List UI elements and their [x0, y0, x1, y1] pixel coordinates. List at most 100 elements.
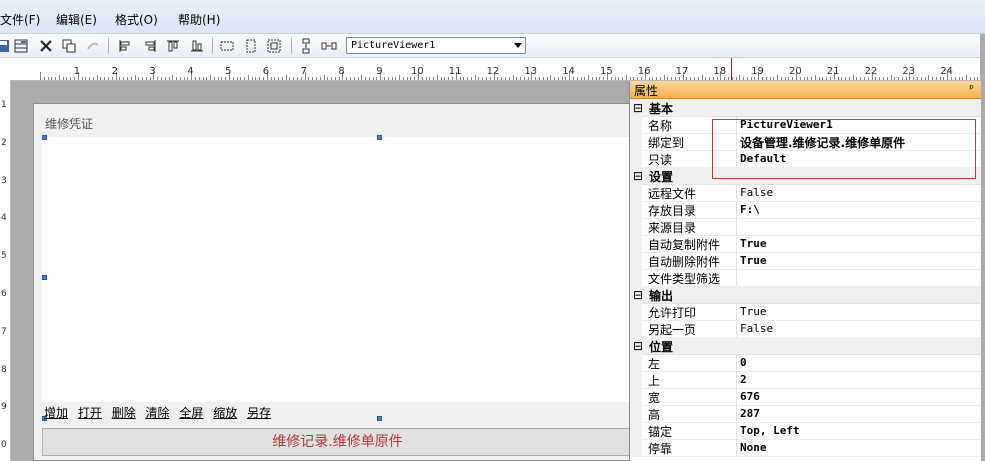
- ruler-tick: [561, 77, 563, 80]
- property-row[interactable]: 文件类型筛选: [630, 269, 981, 287]
- property-value[interactable]: 287: [740, 407, 760, 420]
- property-row[interactable]: 允许打印 True: [630, 303, 981, 321]
- property-row[interactable]: 宽 676: [630, 388, 981, 406]
- link-delete[interactable]: 删除: [112, 406, 136, 420]
- property-row[interactable]: 另起一页 False: [630, 320, 981, 338]
- ruler-tick: [387, 77, 389, 80]
- ruler-tick: [402, 77, 404, 80]
- property-row[interactable]: 锚定 Top, Left: [630, 422, 981, 440]
- link-add[interactable]: 增加: [44, 406, 68, 420]
- link-open[interactable]: 打开: [78, 406, 102, 420]
- bound-field-label[interactable]: 维修记录.维修单原件: [42, 428, 633, 456]
- ruler-tick: [395, 77, 397, 80]
- link-clear[interactable]: 清除: [146, 406, 170, 420]
- ruler-tick: [236, 77, 238, 80]
- ruler-tick: [240, 77, 242, 80]
- property-gutter: [630, 388, 642, 405]
- property-category[interactable]: ⊟ 基本: [630, 99, 981, 117]
- property-row[interactable]: 高 287: [630, 405, 981, 423]
- same-height-icon[interactable]: [242, 37, 260, 55]
- collapse-icon[interactable]: ⊟: [633, 339, 643, 353]
- menu-file[interactable]: 文件(F): [0, 11, 40, 28]
- property-row[interactable]: 停靠 None: [630, 439, 981, 457]
- property-value[interactable]: 0: [740, 356, 747, 369]
- chevron-down-icon[interactable]: [514, 43, 522, 48]
- property-value[interactable]: 676: [740, 390, 760, 403]
- horizontal-space-icon[interactable]: [320, 37, 338, 55]
- copy-icon[interactable]: [60, 37, 78, 55]
- ruler-number: 8: [338, 66, 345, 77]
- property-row[interactable]: 存放目录 F:\: [630, 201, 981, 219]
- menu-format[interactable]: 格式(O): [115, 11, 158, 28]
- property-value[interactable]: False: [740, 322, 773, 335]
- ruler-tick: [894, 77, 896, 80]
- property-gutter: [630, 218, 642, 235]
- ruler-tick: [467, 77, 469, 80]
- property-value[interactable]: True: [740, 254, 767, 267]
- collapse-icon[interactable]: ⊟: [633, 101, 643, 115]
- ruler-tick: [334, 77, 336, 80]
- link-zoom[interactable]: 缩放: [213, 406, 237, 420]
- vruler-number: 9: [1, 402, 7, 413]
- collapse-icon[interactable]: ⊟: [633, 169, 643, 183]
- resize-handle[interactable]: [42, 275, 47, 280]
- ruler-tick: [168, 77, 170, 80]
- property-value[interactable]: True: [740, 305, 767, 318]
- ruler-tick: [293, 77, 295, 80]
- align-top-icon[interactable]: [164, 37, 182, 55]
- save-icon[interactable]: [0, 37, 12, 55]
- collapse-icon[interactable]: ⊟: [633, 288, 643, 302]
- ruler-tick: [803, 77, 805, 80]
- property-row[interactable]: 上2: [630, 371, 981, 389]
- property-row[interactable]: 自动删除附件 True: [630, 252, 981, 270]
- redo-icon[interactable]: [84, 37, 102, 55]
- align-right-icon[interactable]: [141, 37, 159, 55]
- control-select[interactable]: PictureViewer1: [346, 37, 526, 54]
- ruler-tick: [338, 77, 340, 80]
- grid-icon[interactable]: [12, 37, 30, 55]
- property-category[interactable]: ⊟ 位置: [630, 337, 981, 355]
- resize-handle[interactable]: [377, 416, 382, 421]
- property-value[interactable]: True: [740, 237, 767, 250]
- property-category[interactable]: ⊟ 输出: [630, 286, 981, 304]
- ruler-tick: [932, 77, 934, 80]
- ruler-tick: [591, 77, 593, 80]
- ruler-tick: [584, 77, 586, 80]
- align-bottom-icon[interactable]: [188, 37, 206, 55]
- link-save-as[interactable]: 另存: [247, 406, 271, 420]
- pin-icon[interactable]: ᵖ: [969, 82, 974, 95]
- ruler-tick: [62, 77, 64, 80]
- same-size-icon[interactable]: [265, 37, 283, 55]
- delete-icon[interactable]: [37, 37, 55, 55]
- link-fullscreen[interactable]: 全屏: [179, 406, 203, 420]
- menu-help[interactable]: 帮助(H): [178, 11, 220, 28]
- ruler-tick: [489, 77, 491, 80]
- resize-handle[interactable]: [42, 135, 47, 140]
- ruler-tick: [739, 75, 741, 80]
- ruler-tick: [535, 77, 537, 80]
- resize-handle[interactable]: [377, 135, 382, 140]
- same-width-icon[interactable]: [218, 37, 236, 55]
- ruler-tick: [425, 77, 427, 80]
- property-row[interactable]: 远程文件 False: [630, 184, 981, 202]
- ruler-number: 3: [149, 66, 156, 77]
- form-canvas[interactable]: 维修凭证 增加 打开 删除 清除 全屏 缩放 另存 维修记录.维修单原件: [33, 103, 633, 461]
- property-value[interactable]: 2: [740, 373, 747, 386]
- ruler-tick: [659, 77, 661, 80]
- property-value[interactable]: False: [740, 186, 773, 199]
- property-row[interactable]: 自动复制附件 True: [630, 235, 981, 253]
- picture-viewer-control[interactable]: [42, 137, 633, 402]
- ruler-tick: [119, 77, 121, 80]
- property-value[interactable]: None: [740, 441, 767, 454]
- ruler-tick: [648, 77, 650, 80]
- menu-edit[interactable]: 编辑(E): [56, 11, 97, 28]
- property-row[interactable]: 来源目录: [630, 218, 981, 236]
- vertical-space-icon[interactable]: [297, 37, 315, 55]
- ruler-tick: [663, 75, 665, 80]
- ruler-tick: [527, 77, 529, 80]
- property-row[interactable]: 左0: [630, 354, 981, 372]
- ruler-tick: [822, 77, 824, 80]
- align-left-icon[interactable]: [116, 37, 134, 55]
- property-value[interactable]: F:\: [740, 203, 760, 216]
- property-value[interactable]: Top, Left: [740, 424, 800, 437]
